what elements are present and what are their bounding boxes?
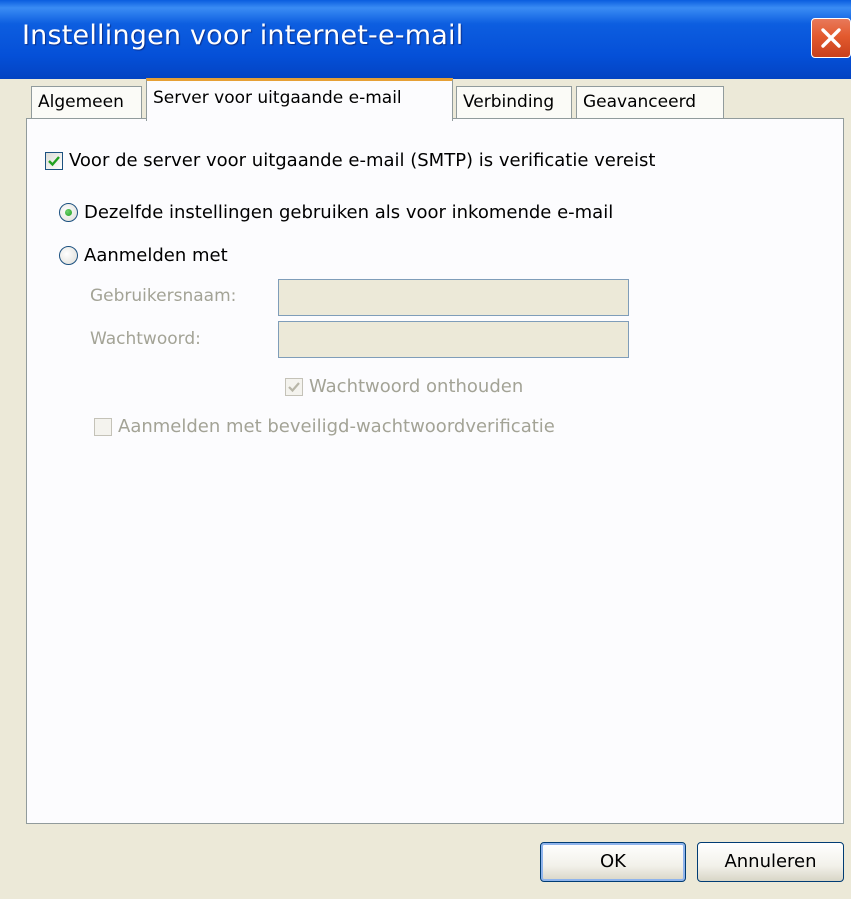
close-button[interactable] [811, 18, 851, 58]
spa-row[interactable]: Aanmelden met beveiligd-wachtwoordverifi… [94, 416, 555, 437]
spa-label: Aanmelden met beveiligd-wachtwoordverifi… [118, 416, 555, 437]
window-title: Instellingen voor internet-e-mail [22, 20, 464, 51]
login-with-radio-row[interactable]: Aanmelden met [59, 245, 228, 266]
remember-password-checkbox[interactable] [285, 377, 303, 396]
cancel-button[interactable]: Annuleren [697, 842, 844, 882]
same-settings-radio-row[interactable]: Dezelfde instellingen gebruiken als voor… [59, 202, 613, 223]
tab-algemeen[interactable]: Algemeen [31, 86, 142, 118]
ok-button[interactable]: OK [540, 842, 686, 882]
checkmark-icon [288, 381, 300, 392]
tab-verbinding[interactable]: Verbinding [456, 86, 572, 118]
same-settings-radio[interactable] [59, 203, 78, 222]
tab-geavanceerd[interactable]: Geavanceerd [576, 86, 724, 118]
smtp-auth-checkbox-row[interactable]: Voor de server voor uitgaande e-mail (SM… [45, 150, 655, 171]
username-field[interactable] [278, 279, 629, 316]
login-with-label: Aanmelden met [84, 245, 228, 266]
radio-selected-dot [65, 209, 72, 216]
login-with-radio[interactable] [59, 246, 78, 265]
password-label: Wachtwoord: [90, 329, 201, 349]
remember-password-label: Wachtwoord onthouden [309, 376, 524, 397]
title-bar: Instellingen voor internet-e-mail [0, 0, 851, 79]
smtp-auth-checkbox[interactable] [45, 151, 63, 170]
remember-password-row[interactable]: Wachtwoord onthouden [285, 376, 523, 397]
tab-server-uitgaande-email[interactable]: Server voor uitgaande e-mail [146, 78, 453, 121]
spa-checkbox[interactable] [94, 417, 112, 436]
checkmark-icon [48, 155, 60, 166]
password-field[interactable] [278, 321, 629, 358]
same-settings-label: Dezelfde instellingen gebruiken als voor… [84, 202, 614, 223]
close-icon [821, 28, 841, 48]
tab-panel [26, 118, 844, 824]
smtp-auth-label: Voor de server voor uitgaande e-mail (SM… [69, 150, 656, 171]
username-label: Gebruikersnaam: [90, 286, 237, 306]
